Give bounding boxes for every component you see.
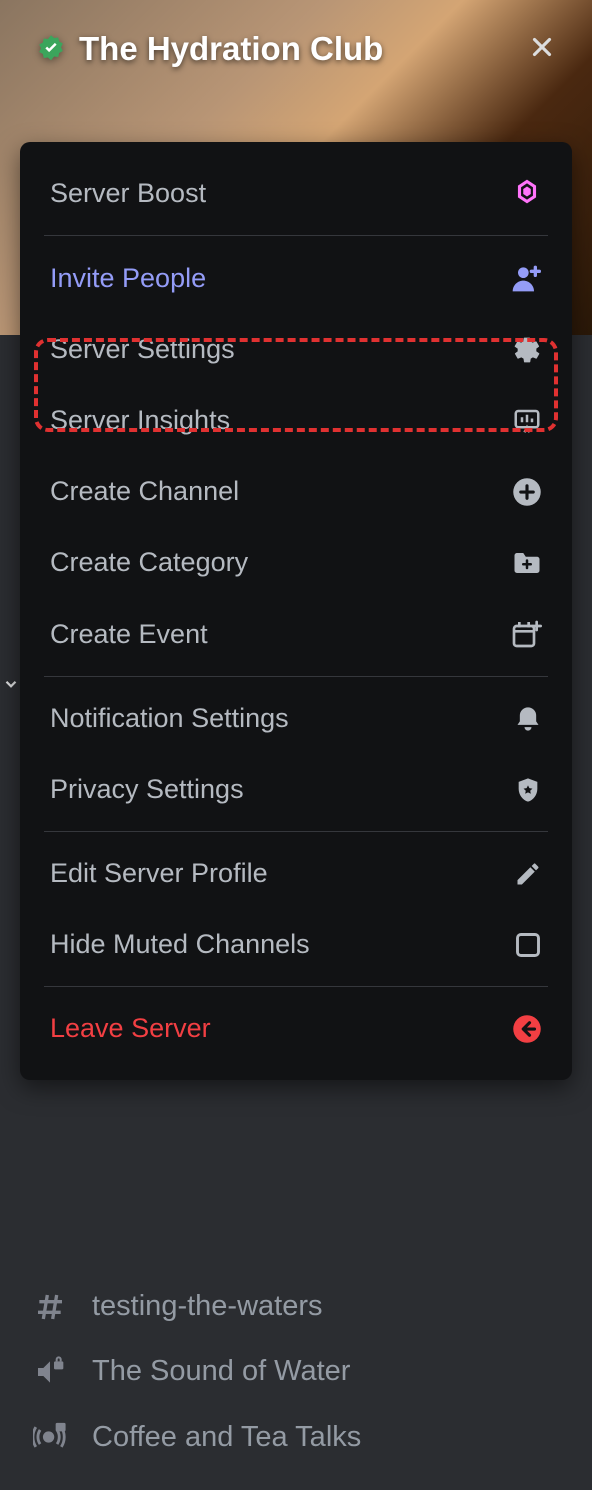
menu-label: Create Channel	[50, 476, 239, 507]
checkbox-icon[interactable]	[514, 931, 542, 959]
divider	[44, 986, 548, 987]
create-channel-item[interactable]: Create Channel	[32, 456, 560, 527]
add-user-icon	[510, 262, 542, 294]
notification-settings-item[interactable]: Notification Settings	[32, 683, 560, 754]
channel-testing[interactable]: testing-the-waters	[30, 1274, 562, 1339]
edit-server-profile-item[interactable]: Edit Server Profile	[32, 838, 560, 909]
plus-circle-icon	[512, 477, 542, 507]
create-event-item[interactable]: Create Event	[32, 598, 560, 670]
calendar-plus-icon	[510, 618, 542, 650]
stage-lock-icon	[30, 1420, 70, 1454]
server-header: The Hydration Club	[35, 30, 557, 68]
channel-sound[interactable]: The Sound of Water	[30, 1339, 562, 1404]
channel-coffee[interactable]: Coffee and Tea Talks	[30, 1404, 562, 1470]
channel-list: testing-the-waters The Sound of Water Co…	[0, 1274, 592, 1490]
channel-name: The Sound of Water	[92, 1355, 350, 1388]
menu-label: Notification Settings	[50, 703, 289, 734]
channel-name: Coffee and Tea Talks	[92, 1421, 361, 1454]
channel-name: testing-the-waters	[92, 1290, 323, 1323]
shield-icon	[514, 776, 542, 804]
divider	[44, 676, 548, 677]
folder-plus-icon	[512, 548, 542, 578]
menu-label: Invite People	[50, 263, 206, 294]
leave-icon	[512, 1014, 542, 1044]
verified-badge-icon	[35, 33, 67, 65]
server-boost-item[interactable]: Server Boost	[32, 158, 560, 229]
menu-label: Create Event	[50, 619, 208, 650]
menu-label: Create Category	[50, 547, 248, 578]
divider	[44, 235, 548, 236]
menu-label: Server Insights	[50, 405, 230, 436]
menu-label: Edit Server Profile	[50, 858, 268, 889]
hashtag-icon	[30, 1291, 70, 1323]
boost-icon	[512, 179, 542, 209]
insights-icon	[512, 406, 542, 436]
menu-label: Privacy Settings	[50, 774, 244, 805]
divider	[44, 831, 548, 832]
server-name: The Hydration Club	[79, 30, 515, 68]
menu-label: Hide Muted Channels	[50, 929, 310, 960]
menu-label: Server Settings	[50, 334, 235, 365]
leave-server-item[interactable]: Leave Server	[32, 993, 560, 1064]
privacy-settings-item[interactable]: Privacy Settings	[32, 754, 560, 825]
server-dropdown-menu: Server Boost Invite People Server Settin…	[20, 142, 572, 1080]
hide-muted-channels-item[interactable]: Hide Muted Channels	[32, 909, 560, 980]
gear-icon	[512, 335, 542, 365]
close-icon[interactable]	[527, 32, 557, 67]
server-insights-item[interactable]: Server Insights	[32, 385, 560, 456]
pencil-icon	[514, 860, 542, 888]
menu-label: Leave Server	[50, 1013, 211, 1044]
menu-label: Server Boost	[50, 178, 206, 209]
create-category-item[interactable]: Create Category	[32, 527, 560, 598]
bell-icon	[514, 705, 542, 733]
chevron-down-icon[interactable]	[2, 675, 20, 699]
speaker-lock-icon	[30, 1356, 70, 1388]
server-settings-item[interactable]: Server Settings	[32, 314, 560, 385]
invite-people-item[interactable]: Invite People	[32, 242, 560, 314]
